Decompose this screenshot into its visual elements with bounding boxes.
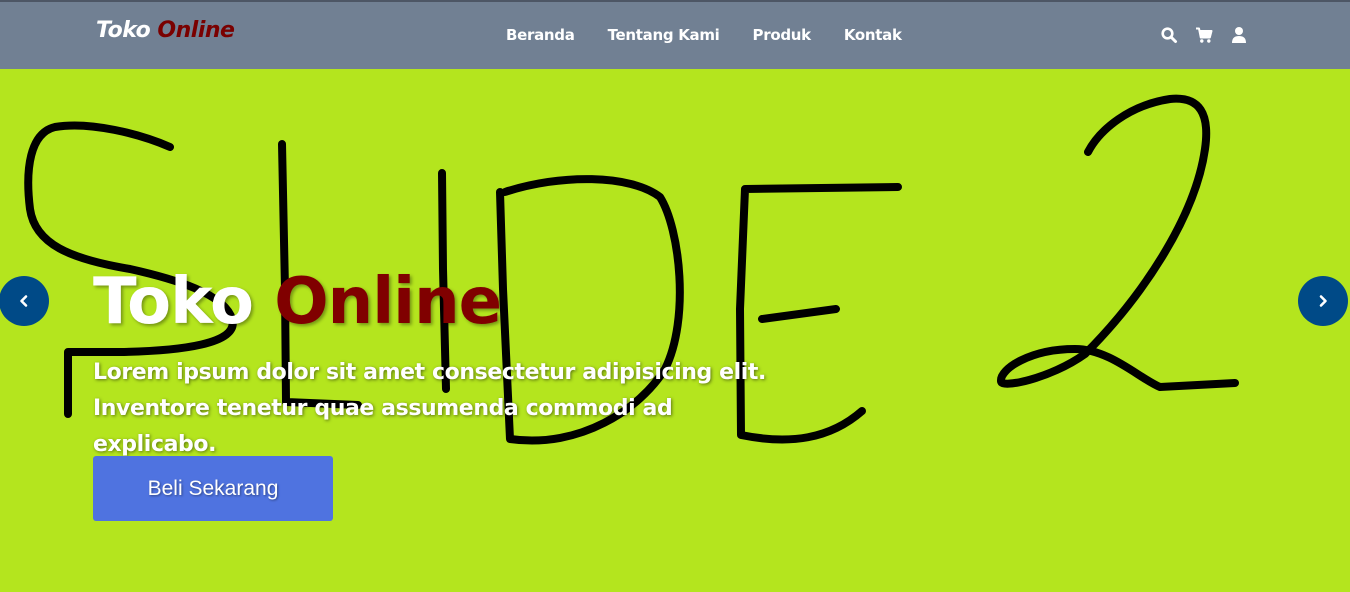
hero-title: Toko Online xyxy=(93,270,502,334)
hero-title-online: Online xyxy=(274,264,502,339)
navbar: Toko Online Beranda Tentang Kami Produk … xyxy=(0,2,1350,69)
hero-description: Lorem ipsum dolor sit amet consectetur a… xyxy=(93,360,767,457)
nav-link-kontak[interactable]: Kontak xyxy=(844,26,902,44)
nav-link-beranda[interactable]: Beranda xyxy=(506,26,575,44)
hero-carousel-slide: Toko Online Lorem ipsum dolor sit amet c… xyxy=(0,69,1350,592)
carousel-next-button[interactable] xyxy=(1298,276,1348,326)
logo-text-toko: Toko xyxy=(96,18,151,43)
nav-link-produk[interactable]: Produk xyxy=(753,26,812,44)
logo-text-online: Online xyxy=(157,18,235,43)
site-logo[interactable]: Toko Online xyxy=(96,18,235,43)
chevron-right-icon xyxy=(1319,295,1327,307)
hero-title-toko: Toko xyxy=(93,264,254,339)
search-icon[interactable] xyxy=(1160,26,1178,44)
carousel-prev-button[interactable] xyxy=(0,276,49,326)
buy-now-button[interactable]: Beli Sekarang xyxy=(93,456,333,521)
user-icon[interactable] xyxy=(1230,26,1248,44)
nav-links: Beranda Tentang Kami Produk Kontak xyxy=(506,26,935,44)
shopping-cart-icon[interactable] xyxy=(1195,26,1213,44)
chevron-left-icon xyxy=(20,295,28,307)
nav-link-tentang-kami[interactable]: Tentang Kami xyxy=(608,26,720,44)
nav-icons xyxy=(1160,26,1248,44)
